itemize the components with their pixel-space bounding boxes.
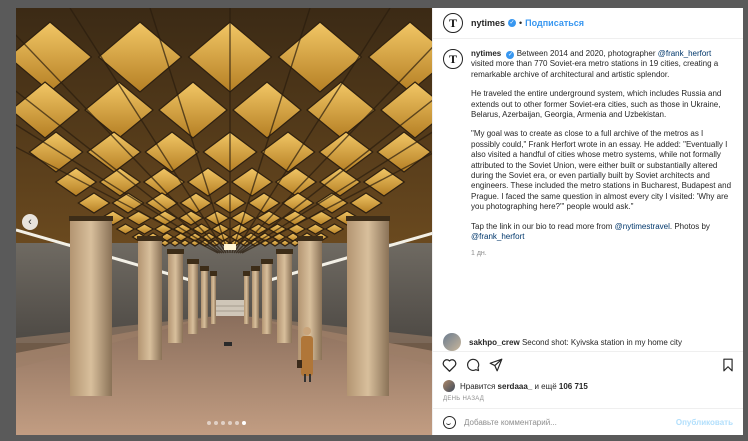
carousel-dot[interactable]	[214, 421, 218, 425]
likes-count[interactable]: 106 715	[559, 382, 588, 391]
caption: T nytimes ✓ Between 2014 and 2020, photo…	[433, 39, 743, 259]
likes-row: Нравится serdaaa_ и ещё 106 715	[433, 378, 743, 394]
liker-username[interactable]: serdaaa_	[498, 382, 533, 391]
metro-station-image	[16, 8, 432, 435]
publish-button[interactable]: Опубликовать	[676, 418, 733, 427]
carousel-dot[interactable]	[207, 421, 211, 425]
carousel-dots	[207, 421, 246, 425]
mention-frank-herfort[interactable]: @frank_herfort	[658, 49, 711, 58]
verified-badge-icon: ✓	[508, 19, 517, 27]
commenter-avatar[interactable]	[443, 333, 461, 351]
caption-paragraph-3: "My goal was to create as close to a ful…	[471, 129, 732, 212]
comment-icon[interactable]	[466, 358, 480, 372]
post-time-ago: ДЕНЬ НАЗАД	[443, 396, 485, 402]
carousel-prev-button[interactable]: ‹	[22, 214, 38, 230]
caption-avatar[interactable]: T	[443, 49, 463, 69]
mention-nytimestravel[interactable]: @nytimestravel	[615, 222, 670, 231]
caption-time: 1 дн.	[471, 249, 487, 257]
carousel-dot[interactable]	[235, 421, 239, 425]
post-modal: ‹ T nytimes ✓ • Подписаться T nytimes ✓ …	[16, 8, 743, 435]
emoji-icon[interactable]	[443, 415, 456, 429]
mention-frank-herfort-2[interactable]: @frank_herfort	[471, 232, 524, 241]
caption-text: nytimes ✓ Between 2014 and 2020, photogr…	[471, 49, 733, 259]
carousel-dot[interactable]	[242, 421, 246, 425]
carousel-dot[interactable]	[221, 421, 225, 425]
comment-input[interactable]	[464, 417, 668, 427]
bookmark-icon[interactable]	[722, 358, 734, 372]
caption-paragraph-2: He traveled the entire underground syste…	[471, 89, 722, 120]
comments-scroll[interactable]: T nytimes ✓ Between 2014 and 2020, photo…	[433, 39, 743, 351]
liker-avatar[interactable]	[443, 380, 455, 392]
chevron-left-icon: ‹	[28, 215, 32, 228]
carousel-dot[interactable]	[228, 421, 232, 425]
post-side-panel: T nytimes ✓ • Подписаться T nytimes ✓ Be…	[432, 8, 743, 435]
verified-badge-icon: ✓	[506, 51, 515, 59]
share-icon[interactable]	[489, 358, 503, 372]
add-comment-bar: Опубликовать	[433, 408, 743, 435]
action-bar	[433, 351, 743, 378]
heart-icon[interactable]	[442, 358, 457, 372]
caption-username[interactable]: nytimes	[471, 49, 501, 58]
post-header: T nytimes ✓ • Подписаться	[433, 8, 743, 39]
comment-text: Second shot: Kyivska station in my home …	[521, 337, 683, 347]
nytimes-avatar[interactable]: T	[443, 13, 463, 33]
commenter-username[interactable]: sakhpo_crew	[469, 338, 520, 347]
post-photo[interactable]: ‹	[16, 8, 432, 435]
comment-item: sakhpo_crew Second shot: Kyivska station…	[443, 333, 682, 351]
header-username[interactable]: nytimes	[471, 18, 505, 28]
header-separator: •	[519, 18, 523, 28]
follow-button[interactable]: Подписаться	[525, 18, 584, 28]
